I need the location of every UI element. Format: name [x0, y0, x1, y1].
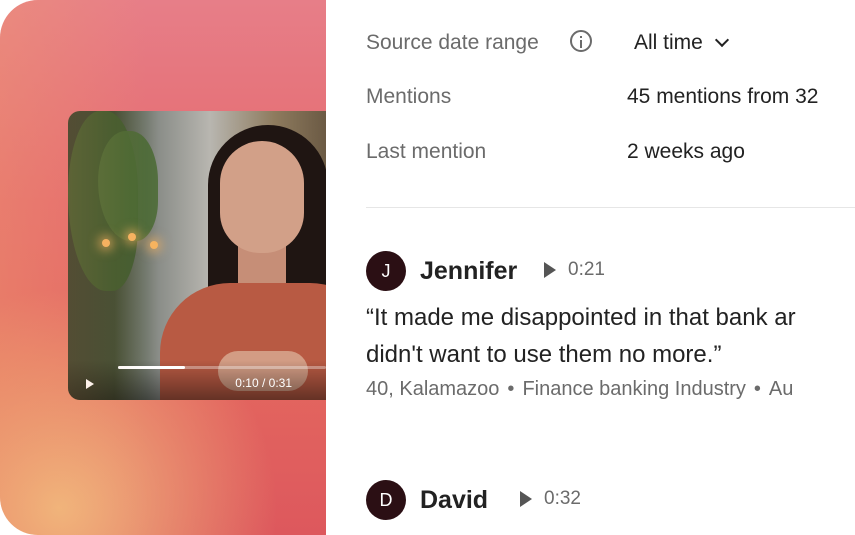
video-progress-bar[interactable]	[118, 366, 326, 369]
speaker-neck	[238, 241, 286, 291]
clip-time: 0:32	[544, 488, 581, 509]
date-range-dropdown[interactable]: All time	[634, 31, 729, 55]
speaker-hands	[218, 351, 308, 391]
play-icon[interactable]	[86, 379, 94, 389]
mention-details-panel: Source date range All time Mentions 45 m…	[366, 0, 855, 535]
date-range-label: Source date range	[366, 31, 539, 54]
detail-age-location: 40, Kalamazoo	[366, 378, 500, 400]
mention-name: David	[420, 486, 489, 514]
bokeh-light	[128, 233, 136, 241]
plant-decoration	[68, 111, 138, 291]
separator-dot: •	[507, 378, 515, 400]
mention-name: Jennifer	[420, 257, 518, 285]
info-icon[interactable]	[570, 30, 592, 52]
mention-quote: “It made me disappointed in that bank ar…	[366, 299, 855, 373]
chevron-down-icon	[714, 32, 729, 48]
speaker-body	[160, 283, 326, 400]
last-mention-label: Last mention	[366, 140, 487, 163]
quote-line: “It made me disappointed in that bank ar	[366, 304, 796, 331]
play-icon	[544, 262, 556, 278]
mentions-label: Mentions	[366, 85, 452, 108]
speaker-hair	[208, 125, 326, 365]
detail-more: Au	[768, 378, 794, 400]
speaker-face	[220, 141, 304, 253]
separator-dot: •	[753, 378, 761, 400]
mentions-value: 45 mentions from 32	[627, 85, 819, 108]
quote-line: didn't want to use them no more.”	[366, 341, 722, 368]
avatar: D	[366, 480, 406, 520]
video-controls: 0:10 / 0:31	[68, 360, 326, 400]
clip-play-button[interactable]: 0:32	[520, 488, 581, 510]
date-range-value: All time	[634, 31, 703, 54]
gradient-background-card: 0:10 / 0:31	[0, 0, 326, 535]
play-icon	[520, 491, 532, 507]
mention-details: 40, Kalamazoo • Finance banking Industry • A…	[366, 378, 793, 401]
plant-decoration	[98, 131, 158, 241]
clip-play-button[interactable]: 0:21	[544, 259, 605, 281]
video-player[interactable]: 0:10 / 0:31	[68, 111, 326, 400]
divider	[366, 207, 855, 208]
avatar: J	[366, 251, 406, 291]
clip-time: 0:21	[568, 259, 605, 280]
video-progress-fill	[118, 366, 185, 369]
bokeh-light	[150, 241, 158, 249]
video-time: 0:10 / 0:31	[235, 376, 292, 390]
last-mention-value: 2 weeks ago	[627, 140, 745, 163]
bokeh-light	[102, 239, 110, 247]
detail-industry: Finance banking Industry	[522, 378, 746, 400]
